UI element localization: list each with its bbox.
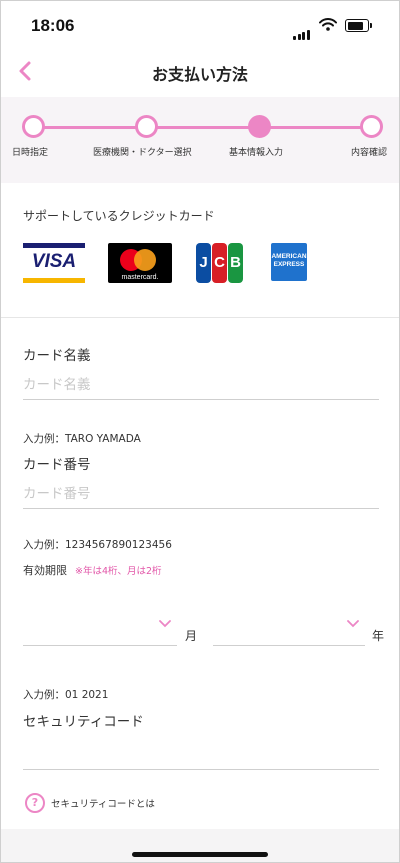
expiry-label-row: 有効期限 ※年は4桁、月は2桁 <box>23 562 162 578</box>
security-code-input[interactable] <box>23 741 379 770</box>
status-time: 18:06 <box>31 16 75 35</box>
status-bar: 18:06 <box>1 1 399 45</box>
expiry-year-select[interactable] <box>213 617 365 646</box>
expiry-note: ※年は4桁、月は2桁 <box>75 566 162 577</box>
amex-logo-text: AMERICAN EXPRESS <box>271 253 307 269</box>
jcb-letter-j: J <box>196 243 211 283</box>
amex-line1: AMERICAN <box>271 253 307 260</box>
card-name-input[interactable] <box>23 371 379 400</box>
expiry-label: 有効期限 <box>23 564 67 577</box>
visa-logo: VISA <box>23 243 85 283</box>
step-label-basic-info: 基本情報入力 <box>229 148 284 158</box>
security-code-help-text: セキュリティコードとは <box>51 799 155 810</box>
step-dot-3-active <box>248 115 271 138</box>
visa-logo-text: VISA <box>31 251 77 272</box>
mastercard-logo-text: mastercard. <box>121 274 159 281</box>
card-number-input[interactable] <box>23 480 379 509</box>
step-label-confirm: 内容確認 <box>351 148 388 158</box>
jcb-logo: J C B <box>196 243 244 283</box>
step-dot-2 <box>135 115 158 138</box>
step-dot-1 <box>22 115 45 138</box>
battery-icon <box>345 19 372 32</box>
stepper-line <box>31 126 369 129</box>
step-dot-4 <box>360 115 383 138</box>
card-name-example: 入力例：TARO YAMADA <box>23 433 141 445</box>
step-label-date: 日時指定 <box>12 148 49 158</box>
home-indicator <box>132 852 268 857</box>
chevron-down-icon <box>347 620 359 628</box>
amex-logo: AMERICAN EXPRESS <box>271 243 307 281</box>
year-unit: 年 <box>372 629 385 643</box>
jcb-letter-b: B <box>228 243 243 283</box>
card-number-example: 入力例：1234567890123456 <box>23 539 172 551</box>
bottom-bar <box>1 829 399 862</box>
chevron-down-icon <box>159 620 171 628</box>
progress-stepper: 日時指定 医療機関・ドクター選択 基本情報入力 内容確認 <box>1 97 399 183</box>
nav-header: お支払い方法 <box>1 45 399 97</box>
security-code-label: セキュリティコード <box>23 714 144 730</box>
jcb-letter-c: C <box>212 243 227 283</box>
expiry-month-select[interactable] <box>23 617 177 646</box>
question-icon: ? <box>25 793 45 813</box>
mastercard-logo: mastercard. <box>108 243 172 283</box>
amex-line2: EXPRESS <box>273 261 305 268</box>
security-code-help-link[interactable]: ? セキュリティコードとは <box>25 793 155 813</box>
supported-cards-title: サポートしているクレジットカード <box>23 209 215 223</box>
expiry-example: 入力例：01 2021 <box>23 689 109 701</box>
step-label-clinic: 医療機関・ドクター選択 <box>93 148 192 158</box>
card-number-label: カード番号 <box>23 457 91 473</box>
cellular-signal-icon <box>293 21 311 40</box>
wifi-icon <box>319 18 337 31</box>
page-title: お支払い方法 <box>151 65 248 84</box>
screen: 18:06 お支払い方法 日時指定 医療機関・ドクター選択 基本情報入力 内容確… <box>0 0 400 863</box>
supported-cards-section: サポートしているクレジットカード VISA mastercard. J C B … <box>1 183 399 318</box>
card-name-label: カード名義 <box>23 348 91 364</box>
month-unit: 月 <box>185 629 198 643</box>
